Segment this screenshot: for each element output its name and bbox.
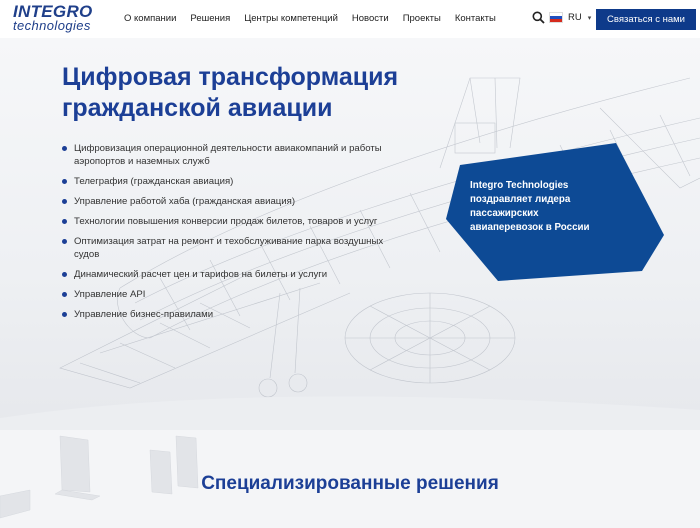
nav-item-projects[interactable]: Проекты <box>403 13 441 24</box>
logo-sub-text: technologies <box>13 18 91 33</box>
bullet-dot-icon <box>62 146 67 151</box>
hero-title-line-2: гражданской авиации <box>62 94 333 122</box>
list-item-text: Управление бизнес-правилами <box>74 309 214 320</box>
logo[interactable]: INTEGRO technologies <box>13 3 93 32</box>
hero-title: Цифровая трансформация гражданской авиац… <box>62 62 462 124</box>
bullet-dot-icon <box>62 272 67 277</box>
hero-section: Цифровая трансформация гражданской авиац… <box>0 38 700 430</box>
nav-item-about[interactable]: О компании <box>124 13 176 24</box>
language-label: RU <box>568 12 582 23</box>
bullet-dot-icon <box>62 239 67 244</box>
list-item-text: Управление работой хаба (гражданская ави… <box>74 196 296 207</box>
solutions-list: Цифровизация операционной деятельности а… <box>62 142 402 328</box>
list-item[interactable]: Цифровизация операционной деятельности а… <box>62 142 402 168</box>
list-item[interactable]: Динамический расчет цен и тарифов на бил… <box>62 268 402 281</box>
hero-title-line-1: Цифровая трансформация <box>62 63 399 91</box>
main-nav: О компании Решения Центры компетенций Но… <box>124 13 510 24</box>
nav-item-competence-centers[interactable]: Центры компетенций <box>244 13 338 24</box>
language-selector[interactable]: RU ▾ <box>549 12 591 23</box>
chevron-down-icon: ▾ <box>587 14 592 22</box>
site-header: INTEGRO technologies О компании Решения … <box>0 0 700 38</box>
bullet-dot-icon <box>62 292 67 297</box>
list-item[interactable]: Управление работой хаба (гражданская ави… <box>62 195 402 208</box>
bullet-dot-icon <box>62 179 67 184</box>
nav-item-solutions[interactable]: Решения <box>190 13 230 24</box>
list-item-text: аэропортов и наземных служб <box>74 156 210 167</box>
bullet-dot-icon <box>62 219 67 224</box>
list-item-text: судов <box>74 249 100 260</box>
list-item[interactable]: Телеграфия (гражданская авиация) <box>62 175 402 188</box>
nav-item-news[interactable]: Новости <box>352 13 389 24</box>
list-item[interactable]: Технологии повышения конверсии продаж би… <box>62 215 402 228</box>
search-icon[interactable] <box>532 11 545 24</box>
russia-flag-icon <box>549 12 563 23</box>
news-badge-text[interactable]: Integro Technologies поздравляет лидера … <box>470 179 620 235</box>
list-item-text: Телеграфия (гражданская авиация) <box>74 176 234 187</box>
news-line-3: пассажирских <box>470 208 539 219</box>
list-item[interactable]: Управление бизнес-правилами <box>62 308 402 321</box>
bullet-dot-icon <box>62 199 67 204</box>
list-item[interactable]: Управление API <box>62 288 402 301</box>
news-line-2: поздравляет лидера <box>470 194 571 205</box>
news-line-1: Integro Technologies <box>470 180 569 191</box>
list-item-text: Оптимизация затрат на ремонт и техобслуж… <box>74 236 384 247</box>
section-title: Специализированные решения <box>201 473 499 494</box>
contact-us-button[interactable]: Связаться с нами <box>596 9 696 30</box>
list-item-text: Цифровизация операционной деятельности а… <box>74 143 382 154</box>
list-item-text: Технологии повышения конверсии продаж би… <box>74 216 378 227</box>
list-item-text: Динамический расчет цен и тарифов на бил… <box>74 269 328 280</box>
nav-item-contacts[interactable]: Контакты <box>455 13 496 24</box>
bullet-dot-icon <box>62 312 67 317</box>
news-line-4: авиаперевозок в России <box>470 222 590 233</box>
list-item-text: Управление API <box>74 289 146 300</box>
list-item[interactable]: Оптимизация затрат на ремонт и техобслуж… <box>62 235 402 261</box>
